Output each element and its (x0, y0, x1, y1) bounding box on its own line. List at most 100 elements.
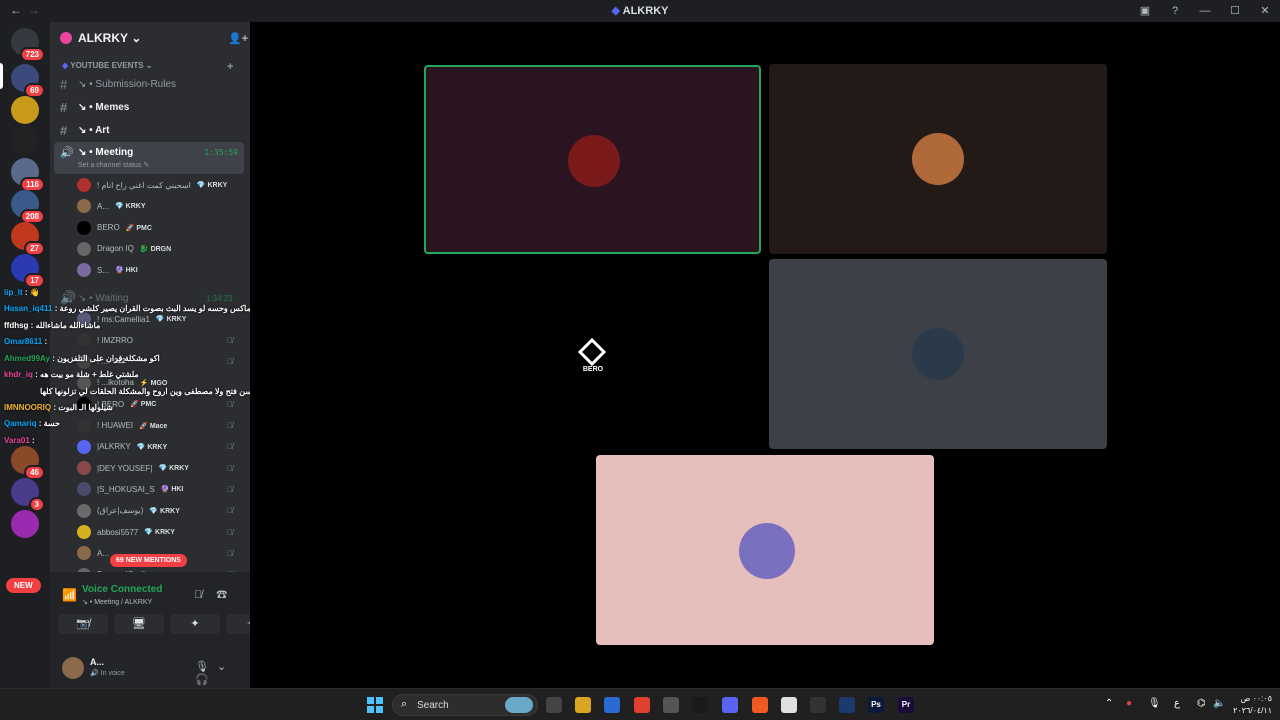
channel-status[interactable]: Set a channel status ✎ (78, 161, 149, 169)
taskbar-app-icon[interactable] (810, 697, 826, 713)
chat-text: : (32, 436, 35, 445)
screen-share-icon[interactable]: 🖥 (114, 614, 164, 634)
inbox-icon[interactable]: ▣ (1130, 0, 1160, 22)
voice-user[interactable]: BERO 🚀 PMC (77, 219, 152, 237)
avatar[interactable] (62, 657, 84, 679)
taskbar-app-icon[interactable] (546, 697, 562, 713)
participant-tile[interactable] (769, 64, 1107, 254)
microphone-icon[interactable]: 🎙 (195, 661, 217, 673)
server-icon[interactable] (11, 126, 39, 154)
participant-label: BERO (582, 366, 604, 373)
start-button[interactable] (367, 697, 383, 713)
category-label: YOUTUBE EVENTS (70, 61, 144, 70)
server-icon[interactable]: 3 (11, 478, 45, 512)
tray-overflow-icon[interactable]: ⌃ (1105, 698, 1113, 709)
new-servers-pill[interactable]: NEW (6, 578, 41, 593)
taskbar-app-icon[interactable] (663, 697, 679, 713)
disconnect-icon[interactable]: ☎ (216, 589, 241, 601)
guild-header[interactable]: ALKRKY ⌄ 👤+ (50, 22, 250, 54)
server-icon[interactable] (11, 510, 39, 538)
voice-channel-meeting[interactable]: 🔊 ↘ • Meeting 1:35:59 Set a channel stat… (54, 142, 244, 174)
server-icon[interactable]: 116 (11, 158, 45, 192)
taskbar-app-icon[interactable] (604, 697, 620, 713)
server-icon[interactable]: 723 (11, 28, 45, 62)
wifi-icon[interactable]: ⌬ (1197, 698, 1206, 709)
invite-member-icon[interactable]: 👤+ (228, 32, 248, 45)
taskbar-app-icon[interactable] (839, 697, 855, 713)
text-channel[interactable]: # ↘ • Memes (56, 97, 244, 117)
taskbar-app-icon[interactable] (752, 697, 768, 713)
language-indicator[interactable]: ع (1174, 698, 1180, 709)
search-icon: ⌕ (401, 698, 408, 710)
voice-user[interactable]: ! اسحبني كمت اغني راح انام 💎 KRKY (77, 176, 227, 194)
voice-channel-path[interactable]: ↘ • Meeting / ALKRKY (82, 598, 152, 606)
minimize-button[interactable]: — (1190, 0, 1220, 22)
chat-message: Ahmed99Ay : اكو مشكلة قران على التلفزيون (4, 354, 160, 363)
activities-icon[interactable]: ✦ (170, 614, 220, 634)
window-controls: ▣ ? — ☐ ✕ (1130, 0, 1280, 22)
close-button[interactable]: ✕ (1250, 0, 1280, 22)
muted-mic-icon: 🎙̸ (227, 484, 233, 494)
chat-text: : ماشاءالله ماشاءالله (30, 321, 101, 330)
muted-mic-icon: 🎙̸ (227, 506, 233, 516)
system-clock[interactable]: ٠٠:٠٥ ص ٢٠٢٦/٠٤/١١ (1232, 693, 1272, 717)
voice-user[interactable]: Dragon IQ 🐉 DRGN (77, 240, 171, 258)
taskbar-search[interactable]: ⌕ Search (392, 694, 538, 716)
mention-badge: 723 (19, 47, 45, 62)
microphone-icon[interactable]: 🎙 (1148, 698, 1161, 709)
maximize-button[interactable]: ☐ (1220, 0, 1250, 22)
text-channel[interactable]: # ↘ • Submission-Rules (56, 74, 244, 94)
chat-author: IMNNOORIQ (4, 403, 52, 412)
voice-user[interactable]: |DEY YOUSEF| 💎 KRKY 🎙̸ (77, 459, 233, 477)
avatar (77, 263, 91, 278)
taskbar-app-icon[interactable]: Ps (868, 697, 884, 713)
camera-off-icon[interactable]: 📷̸ (58, 614, 108, 634)
chevron-down-icon[interactable]: ⌄ (217, 661, 234, 673)
server-icon[interactable]: 17 (11, 254, 45, 288)
create-channel-icon[interactable]: + (227, 61, 233, 73)
noise-suppression-icon[interactable]: 〰̸ (194, 589, 216, 601)
soundboard-icon[interactable]: ✧ (226, 614, 250, 634)
server-icon[interactable]: 27 (11, 222, 45, 256)
server-icon[interactable]: 69 (11, 64, 45, 98)
voice-user-name: A... (97, 548, 110, 558)
taskbar-app-icon[interactable] (781, 697, 797, 713)
clan-tag: 💎 KRKY (144, 529, 175, 536)
participant-tile[interactable] (424, 65, 761, 254)
window-titlebar: ←→ ◆ ALKRKY ▣ ? — ☐ ✕ (0, 0, 1280, 22)
voice-user[interactable]: abbosi5577 💎 KRKY 🎙̸ (77, 523, 233, 541)
taskbar-app-icon[interactable] (634, 697, 650, 713)
avatar (568, 135, 620, 187)
headphones-icon[interactable]: 🎧 (195, 674, 217, 686)
voice-buttons: 📷̸ 🖥 ✦ ✧ (58, 614, 250, 634)
voice-user[interactable]: (يوسف|عراق) 💎 KRKY 🎙̸ (77, 502, 233, 520)
voice-channel-name: ↘ • Meeting (78, 147, 134, 158)
voice-user[interactable]: |S_HOKUSAI_S 🔮 HKI 🎙̸ (77, 480, 233, 498)
volume-icon[interactable]: 🔈 (1213, 698, 1225, 709)
text-channel[interactable]: # ↘ • Art (56, 120, 244, 140)
voice-user[interactable]: S... 🔮 HKI (77, 261, 138, 279)
server-icon[interactable] (11, 96, 39, 124)
category-youtube-events[interactable]: ◆ YOUTUBE EVENTS ⌄ + (62, 61, 233, 73)
voice-user[interactable]: A... 💎 KRKY (77, 197, 146, 215)
tray-app-icon[interactable]: ● (1126, 698, 1132, 709)
muted-mic-icon: 🎙̸ (227, 548, 233, 558)
new-mentions-pill[interactable]: 69 NEW MENTIONS (110, 554, 187, 567)
participant-tile[interactable] (596, 455, 934, 645)
server-icon[interactable]: 46 (11, 446, 45, 480)
avatar (77, 461, 91, 476)
voice-status[interactable]: Voice Connected (82, 584, 162, 595)
server-icon[interactable]: 208 (11, 190, 45, 224)
help-icon[interactable]: ? (1160, 0, 1190, 22)
avatar (912, 133, 964, 185)
chat-author: ffdhsg (4, 321, 29, 330)
voice-user[interactable]: A... 🎙̸ (77, 544, 233, 562)
participant-tile[interactable] (769, 259, 1107, 449)
chat-text: : اكو مشكلة قران على التلفزيون (52, 354, 160, 363)
participant-tile[interactable]: BERO (424, 260, 762, 449)
voice-user-name: |DEY YOUSEF| (97, 463, 153, 473)
taskbar-app-icon[interactable]: Pr (898, 697, 914, 713)
taskbar-app-icon[interactable] (692, 697, 708, 713)
taskbar-app-icon[interactable] (722, 697, 738, 713)
taskbar-app-icon[interactable] (575, 697, 591, 713)
